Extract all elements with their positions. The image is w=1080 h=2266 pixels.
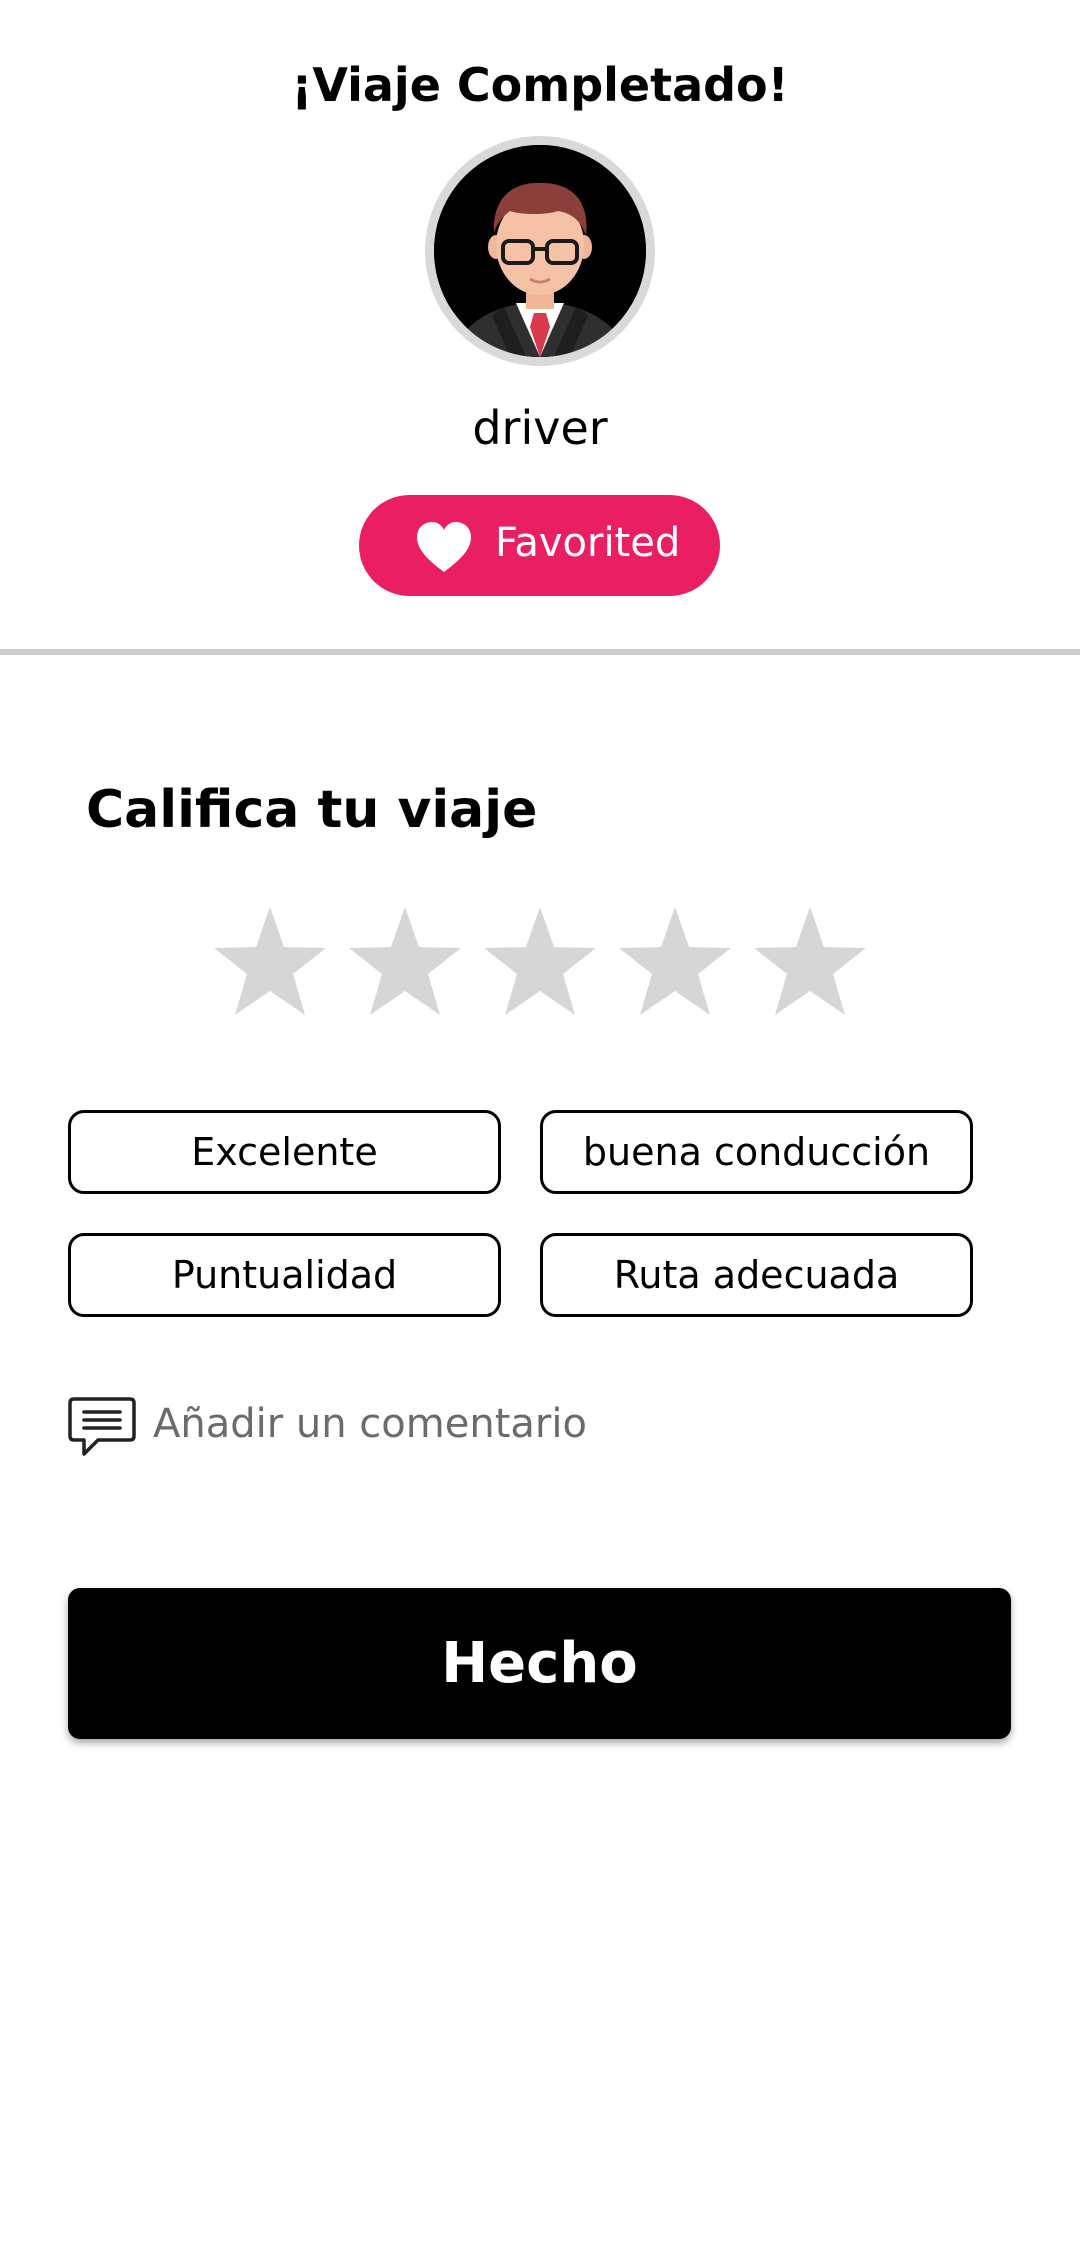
favorite-button[interactable]: Favorited (359, 495, 720, 596)
driver-avatar-icon (434, 145, 646, 357)
page-title: ¡Viaje Completado! (291, 58, 789, 112)
comment-icon (68, 1397, 136, 1456)
tag-chip-puntualidad[interactable]: Puntualidad (68, 1233, 501, 1317)
star-icon (484, 907, 596, 1015)
star-icon (349, 907, 461, 1015)
comment-input[interactable]: Añadir un comentario (68, 1396, 968, 1460)
favorite-label: Favorited (495, 520, 681, 566)
trip-completed-screen: ¡Viaje Completado! driver Favorited Cali… (0, 0, 1080, 2266)
trip-summary-header: ¡Viaje Completado! driver Favorited (0, 0, 1080, 652)
heart-icon (417, 522, 471, 572)
star-2-button[interactable] (345, 903, 465, 1021)
star-icon (619, 907, 731, 1015)
driver-avatar-frame (425, 136, 655, 366)
section-divider (0, 649, 1080, 655)
tag-chip-buena-conduccion[interactable]: buena conducción (540, 1110, 973, 1194)
star-icon (214, 907, 326, 1015)
star-4-button[interactable] (615, 903, 735, 1021)
star-5-button[interactable] (750, 903, 870, 1021)
star-icon (754, 907, 866, 1015)
star-3-button[interactable] (480, 903, 600, 1021)
tag-chip-ruta-adecuada[interactable]: Ruta adecuada (540, 1233, 973, 1317)
comment-placeholder: Añadir un comentario (153, 1401, 587, 1447)
star-rating (210, 903, 870, 1021)
done-button[interactable]: Hecho (68, 1588, 1011, 1739)
avatar (434, 145, 646, 357)
star-1-button[interactable] (210, 903, 330, 1021)
rating-title: Califica tu viaje (86, 780, 538, 840)
tag-chip-excelente[interactable]: Excelente (68, 1110, 501, 1194)
driver-name: driver (472, 401, 608, 455)
